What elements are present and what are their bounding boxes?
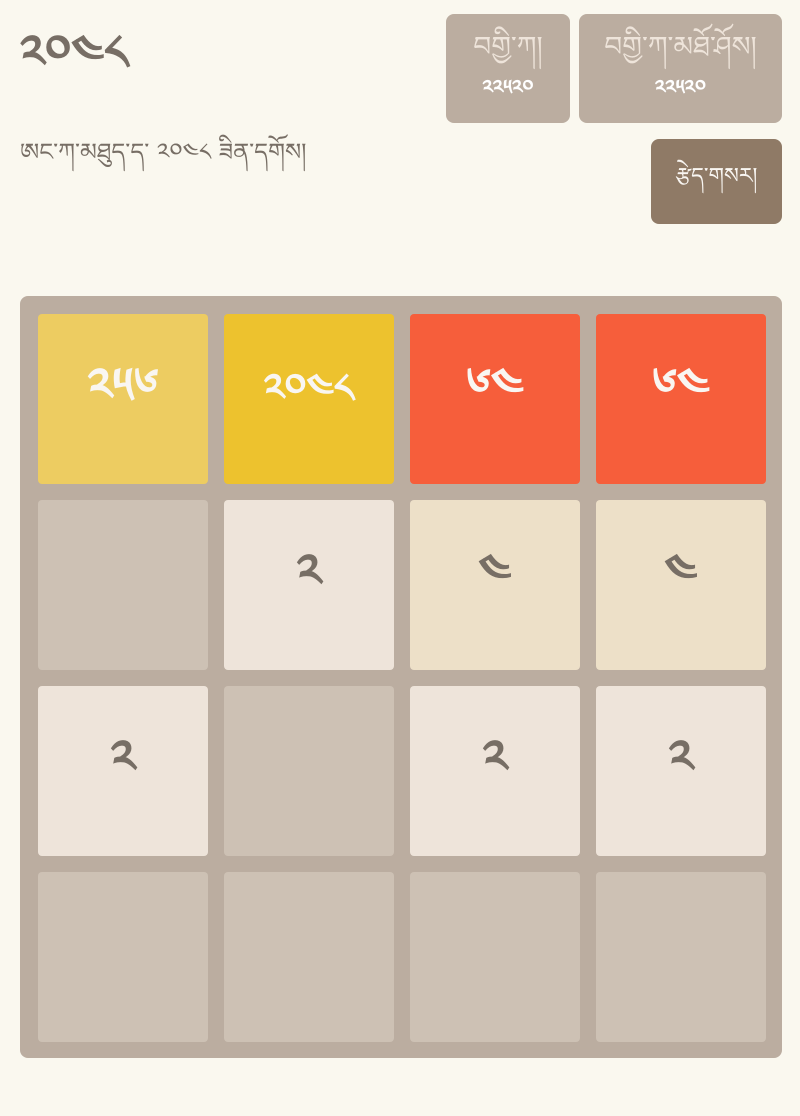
tile: ༢༥༦	[38, 314, 208, 484]
game-intro: ཨང་ཀ་མཐུད་ད་ ༢༠༤༨ ཟིན་དགོས།	[20, 138, 307, 166]
tile: ༢	[224, 500, 394, 670]
empty-cell	[224, 872, 394, 1042]
empty-cell	[38, 500, 208, 670]
best-score-value: ༢༢༥༢༠	[655, 75, 706, 99]
score-value: ༢༢༥༢༠	[482, 75, 534, 99]
tile: ༦༤	[596, 314, 766, 484]
empty-cell	[596, 872, 766, 1042]
best-score-label: བགྱི་ཀ་མཐོ་ཤོས།	[604, 30, 757, 63]
tile: ༢༠༤༨	[224, 314, 394, 484]
tile: ༦༤	[410, 314, 580, 484]
new-game-button[interactable]: རྩེད་གསར།	[651, 139, 782, 224]
game-board: ༢༥༦ ༢༠༤༨ ༦༤ ༦༤ ༢ ༤ ༤ ༢ ༢ ༢	[20, 296, 782, 1058]
tile: ༤	[596, 500, 766, 670]
empty-cell	[38, 872, 208, 1042]
empty-cell	[224, 686, 394, 856]
score-label: བགྱི་ཀ།	[473, 30, 543, 63]
score-box: བགྱི་ཀ། ༢༢༥༢༠	[446, 14, 570, 123]
tile: ༢	[38, 686, 208, 856]
tile: ༢	[596, 686, 766, 856]
empty-cell	[410, 872, 580, 1042]
tile: ༤	[410, 500, 580, 670]
game-title: ༢༠༤༨	[20, 25, 129, 81]
tile: ༢	[410, 686, 580, 856]
best-score-box: བགྱི་ཀ་མཐོ་ཤོས། ༢༢༥༢༠	[579, 14, 782, 123]
